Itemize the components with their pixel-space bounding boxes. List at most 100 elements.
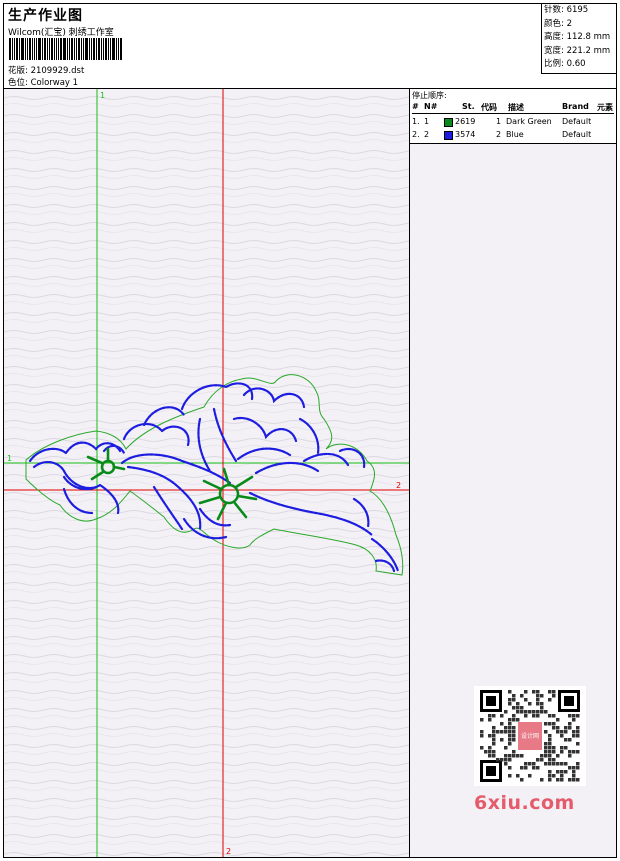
qr-code-image: 设计网	[480, 690, 580, 782]
qr-module	[532, 690, 536, 694]
barcode-bar	[112, 38, 115, 60]
stat-height-label: 高度:	[544, 32, 564, 42]
file-line: 花版: 2109929.dst	[8, 64, 84, 76]
barcode-bar	[67, 38, 68, 60]
colorway-value: Colorway 1	[30, 78, 79, 88]
row-stitches: 3574	[455, 130, 476, 139]
qr-module	[568, 738, 572, 742]
barcode-bar	[83, 38, 84, 60]
qr-module	[508, 726, 512, 730]
qr-module	[508, 774, 512, 778]
row-brand: Default	[562, 130, 592, 139]
qr-module	[548, 738, 552, 742]
stop-sequence-header: # N# St. 代码 描述 Brand 元素	[412, 102, 614, 114]
stop-row: 2. 2 3574 2 Blue Default	[412, 130, 614, 142]
barcode-bar	[118, 38, 119, 60]
barcode-bar	[12, 38, 13, 60]
barcode-bar	[47, 38, 48, 60]
qr-module	[512, 694, 516, 698]
row-code: 2	[496, 130, 502, 139]
thread-swatch-dark-green	[444, 118, 453, 127]
qr-module	[512, 730, 516, 734]
row-description: Dark Green	[506, 117, 552, 126]
stop-row: 1. 1 2619 1 Dark Green Default	[412, 117, 614, 129]
barcode-bar	[105, 38, 107, 60]
barcode-bar	[108, 38, 109, 60]
sheet-header: 生产作业图 Wilcom(汇宝) 刺绣工作室 花版: 2109929.dst 色…	[4, 4, 616, 89]
qr-module	[552, 714, 556, 718]
qr-module	[552, 694, 556, 698]
thread-swatch-blue	[444, 131, 453, 140]
qr-module	[520, 766, 524, 770]
qr-module	[520, 778, 524, 782]
qr-module	[568, 766, 572, 770]
qr-module	[516, 754, 520, 758]
barcode-bar	[16, 38, 18, 60]
qr-module	[556, 726, 560, 730]
row-n: 2	[424, 130, 430, 139]
qr-module	[568, 722, 572, 726]
barcode-bar	[91, 38, 92, 60]
qr-module	[560, 778, 564, 782]
qr-module	[500, 714, 504, 718]
qr-module	[492, 714, 496, 718]
qr-module	[508, 754, 512, 758]
qr-module	[576, 726, 580, 730]
qr-module	[528, 774, 532, 778]
barcode-bar	[85, 38, 88, 60]
stat-width-label: 宽度:	[544, 45, 564, 56]
barcode-bar	[63, 38, 66, 60]
stat-stitches-label: 针数:	[544, 5, 564, 15]
barcode-bar	[32, 38, 33, 60]
col-brand: Brand	[562, 102, 589, 111]
barcode-bar	[27, 38, 28, 60]
qr-module	[548, 758, 552, 762]
col-description: 描述	[508, 103, 524, 112]
qr-module	[576, 766, 580, 770]
qr-module	[512, 698, 516, 702]
qr-module	[536, 698, 540, 702]
qr-module	[560, 770, 564, 774]
qr-module	[508, 690, 512, 694]
barcode-bar	[69, 38, 70, 60]
qr-module	[536, 694, 540, 698]
qr-module	[548, 734, 552, 738]
qr-module	[492, 730, 496, 734]
qr-module	[556, 718, 560, 722]
qr-module	[540, 702, 544, 706]
qr-module	[548, 690, 552, 694]
col-n: N#	[424, 102, 438, 111]
qr-module	[504, 730, 508, 734]
qr-module	[516, 774, 520, 778]
qr-module	[512, 706, 516, 710]
qr-module	[512, 750, 516, 754]
barcode-bar	[38, 38, 41, 60]
qr-module	[512, 726, 516, 730]
barcode-bar	[34, 38, 35, 60]
qr-module	[568, 754, 572, 758]
qr-module	[528, 710, 532, 714]
qr-module	[524, 714, 528, 718]
qr-module	[556, 762, 560, 766]
qr-module	[496, 758, 500, 762]
embroidery-preview: 1 1 2 2	[4, 89, 409, 857]
stat-scale: 比例: 0.60	[544, 58, 616, 72]
qr-module	[540, 778, 544, 782]
qr-module	[548, 750, 552, 754]
col-stitches: St.	[462, 102, 475, 111]
qr-module	[548, 770, 552, 774]
stat-width: 宽度: 221.2 mm	[544, 45, 616, 59]
qr-module	[552, 758, 556, 762]
qr-module	[528, 702, 532, 706]
qr-module	[524, 698, 528, 702]
qr-module	[488, 734, 492, 738]
qr-module	[560, 762, 564, 766]
qr-module	[556, 770, 560, 774]
qr-module	[512, 734, 516, 738]
qr-module	[480, 718, 484, 722]
qr-module	[520, 710, 524, 714]
barcode-bar	[101, 38, 102, 60]
qr-module	[576, 734, 580, 738]
qr-module	[552, 774, 556, 778]
qr-module	[500, 738, 504, 742]
